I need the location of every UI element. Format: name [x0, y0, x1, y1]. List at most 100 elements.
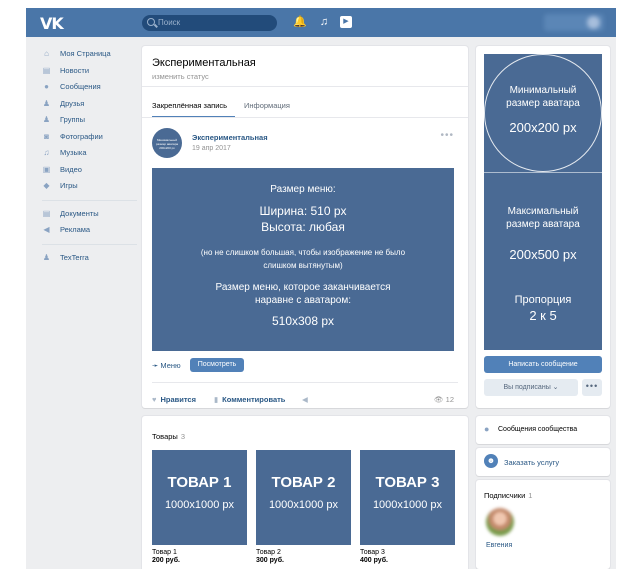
search-placeholder: Поиск	[158, 18, 181, 27]
play-icon[interactable]: ▶	[340, 16, 352, 28]
group-main-card: Экспериментальная изменить статус Закреп…	[142, 46, 468, 408]
post-date[interactable]: 19 апр 2017	[192, 145, 231, 152]
views-count: 👁 12	[434, 395, 454, 404]
camera-icon: ◙	[44, 131, 49, 141]
sidebar-item-label: Документы	[60, 208, 99, 218]
order-service-card[interactable]: ☻ Заказать услугу	[476, 448, 610, 476]
sidebar-item-messages[interactable]: ● Сообщения	[40, 79, 140, 96]
music-icon[interactable]: ♫	[318, 16, 330, 28]
comment-icon: ▮	[214, 395, 219, 404]
divider	[142, 86, 468, 87]
goods-title: Товары	[152, 432, 178, 441]
eye-icon: 👁	[434, 395, 444, 404]
sidebar-item-photos[interactable]: ◙ Фотографии	[40, 129, 140, 146]
megaphone-icon: ◀	[43, 225, 50, 234]
vk-logo[interactable]: VK	[40, 14, 64, 33]
sidebar-item-friends[interactable]: ♟ Друзья	[40, 96, 140, 113]
search-icon	[147, 18, 155, 26]
user-icon: ♟	[42, 98, 51, 108]
menu-link[interactable]: ➛ Меню	[152, 361, 181, 370]
avatar-text: Минимальный	[509, 85, 577, 96]
view-button[interactable]: Посмотреть	[190, 358, 244, 372]
top-bar: VK Поиск 🔔 ♫ ▶	[26, 8, 616, 37]
avatar-card: Минимальный размер аватара 200x200 px Ма…	[476, 46, 610, 408]
subscriber-name[interactable]: Евгения	[486, 542, 512, 549]
sidebar-item-groups[interactable]: ♟ Группы	[40, 112, 140, 129]
sidebar-item-my-page[interactable]: ⌂ Моя Страница	[40, 46, 140, 63]
gamepad-icon: ◆	[43, 181, 50, 190]
sidebar-item-video[interactable]: ▣ Видео	[40, 162, 140, 179]
avatar-divider	[484, 172, 602, 173]
goods-name[interactable]: Товар 2	[256, 549, 351, 556]
menu-image[interactable]: Размер меню: Ширина: 510 px Высота: люба…	[152, 168, 454, 351]
subscribers-title: Подписчики	[484, 491, 526, 500]
goods-image-title: ТОВАР 2	[271, 474, 336, 491]
sidebar-item-music[interactable]: ♫ Музыка	[40, 145, 140, 162]
sidebar-item-label: Фотографии	[60, 131, 103, 141]
menu-image-text: Размер меню, которое заканчивается	[215, 282, 391, 293]
menu-image-text: (но не слишком большая, чтобы изображени…	[200, 248, 406, 257]
home-icon: ⌂	[44, 49, 49, 58]
search-input[interactable]: Поиск	[142, 15, 277, 31]
goods-item[interactable]: ТОВАР 3 1000x1000 px Товар 3 400 руб.	[360, 450, 455, 564]
sidebar-item-texterra[interactable]: ♟ TexTerra	[40, 250, 140, 267]
sidebar-item-label: Реклама	[60, 225, 91, 234]
goods-name[interactable]: Товар 1	[152, 549, 247, 556]
group-avatar[interactable]: Минимальный размер аватара 200x200 px Ма…	[484, 54, 602, 350]
tab-info[interactable]: Информация	[244, 101, 290, 110]
sidebar-item-label: Группы	[60, 115, 85, 124]
avatar-text: размер аватара	[506, 219, 580, 230]
menu-image-text: 510x308 px	[271, 314, 335, 328]
avatar-text: размер аватара	[506, 98, 580, 109]
goods-header[interactable]: Товары 3	[152, 432, 185, 441]
avatar-text: 200x500 px	[509, 247, 577, 262]
change-status-link[interactable]: изменить статус	[152, 72, 209, 81]
users-icon: ♟	[42, 115, 51, 124]
comment-button[interactable]: ▮ Комментировать	[214, 395, 285, 404]
tab-pinned-post[interactable]: Закреплённая запись	[152, 101, 227, 110]
user-circle-icon: ☻	[484, 454, 498, 468]
sidebar-item-games[interactable]: ◆ Игры	[40, 178, 140, 195]
sidebar-item-label: Моя Страница	[60, 49, 111, 58]
goods-image[interactable]: ТОВАР 2 1000x1000 px	[256, 450, 351, 545]
goods-image-title: ТОВАР 1	[167, 474, 232, 491]
sidebar-item-documents[interactable]: ▤ Документы	[40, 206, 140, 223]
sidebar-item-label: Видео	[60, 164, 82, 174]
subscriber-avatar[interactable]	[486, 508, 514, 536]
bell-icon[interactable]: 🔔	[293, 16, 307, 28]
user-menu[interactable]	[544, 14, 604, 31]
subscribed-dropdown[interactable]: Вы подписаны ⌄	[484, 379, 578, 396]
avatar-text: Пропорция	[514, 294, 572, 306]
avatar-text: 200x200 px	[509, 120, 577, 135]
goods-item[interactable]: ТОВАР 1 1000x1000 px Товар 1 200 руб.	[152, 450, 247, 564]
goods-item[interactable]: ТОВАР 2 1000x1000 px Товар 2 300 руб.	[256, 450, 351, 564]
more-options-icon[interactable]: •••	[440, 130, 454, 141]
subscribers-count: 1	[528, 491, 533, 500]
goods-image[interactable]: ТОВАР 1 1000x1000 px	[152, 450, 247, 545]
megaphone-icon: ◀	[302, 395, 308, 404]
avatar-circle-guide	[484, 54, 602, 172]
post-author[interactable]: Экспериментальная	[192, 133, 268, 142]
goods-image[interactable]: ТОВАР 3 1000x1000 px	[360, 450, 455, 545]
sidebar-item-label: Новости	[60, 65, 90, 75]
sidebar-nav: ⌂ Моя Страница ▤ Новости ● Сообщения ♟ Друзь…	[40, 46, 140, 266]
divider	[152, 382, 458, 383]
news-icon: ▤	[42, 65, 51, 75]
divider	[142, 117, 468, 118]
goods-price: 400 руб.	[360, 557, 388, 564]
sidebar-item-ads[interactable]: ◀ Реклама	[40, 222, 140, 239]
post-avatar[interactable]: Минимальный размер аватара 200x200 px	[152, 128, 182, 158]
community-messages-card[interactable]: ● Сообщения сообщества	[476, 416, 610, 444]
sidebar-item-news[interactable]: ▤ Новости	[40, 63, 140, 80]
group-title: Экспериментальная	[152, 57, 256, 69]
subscribers-header[interactable]: Подписчики 1	[484, 491, 532, 500]
write-message-button[interactable]: Написать сообщение	[484, 356, 602, 373]
like-label: Нравится	[160, 395, 196, 404]
sidebar-divider	[42, 243, 137, 245]
like-button[interactable]: ♥ Нравится	[152, 395, 196, 404]
goods-card: Товары 3 ТОВАР 1 1000x1000 px Товар 1 200…	[142, 416, 468, 569]
views-value: 12	[445, 395, 454, 404]
share-button[interactable]: ◀	[302, 395, 312, 404]
more-actions-button[interactable]: •••	[582, 379, 602, 396]
goods-name[interactable]: Товар 3	[360, 549, 455, 556]
